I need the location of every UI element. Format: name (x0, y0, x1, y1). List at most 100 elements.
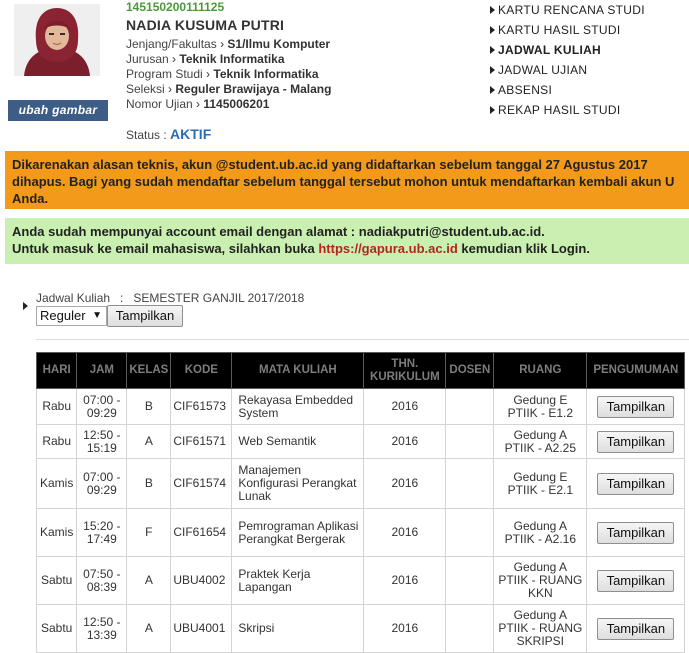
cell-mata-kuliah: Rekayasa Embedded System (231, 388, 365, 425)
table-row: Rabu 12:50 - 15:19 A CIF61571 Web Semant… (35, 424, 686, 459)
cell-hari: Kamis (35, 508, 78, 557)
info-value: 1145006201 (203, 97, 270, 111)
cell-ruang: Gedung A PTIIK - A2.16 (493, 508, 588, 557)
program-select[interactable]: Reguler ▼ (36, 306, 107, 326)
cell-kelas: F (126, 508, 172, 557)
menu-item-label: JADWAL KULIAH (498, 43, 602, 57)
triangle-right-icon (490, 46, 495, 54)
schedule-table: HARI JAM KELAS KODE MATA KULIAH THN. KUR… (35, 352, 686, 653)
cell-pengumuman: Tampilkan (586, 388, 686, 425)
announcement-button[interactable]: Tampilkan (597, 395, 675, 418)
schedule-semester-label: Jadwal Kuliah : SEMESTER GANJIL 2017/201… (36, 291, 305, 305)
table-row: Sabtu 07:50 - 08:39 A UBU4002 Praktek Ke… (35, 556, 686, 605)
status-line: Status : AKTIF (126, 126, 211, 142)
triangle-right-icon (490, 6, 495, 14)
triangle-right-icon (490, 26, 495, 34)
info-jenjang: Jenjang/Fakultas › S1/Ilmu Komputer (126, 37, 330, 52)
student-id: 145150200111125 (126, 0, 225, 14)
table-row: Kamis 07:00 - 09:29 B CIF61574 Manajemen… (35, 458, 686, 509)
cell-jam: 12:50 - 15:19 (76, 424, 128, 459)
cell-pengumuman: Tampilkan (586, 604, 686, 653)
cell-kurikulum: 2016 (363, 556, 447, 605)
show-schedule-button[interactable]: Tampilkan (107, 305, 183, 327)
cell-pengumuman: Tampilkan (586, 508, 686, 557)
announcement-button[interactable]: Tampilkan (597, 569, 675, 592)
triangle-right-icon (23, 302, 28, 310)
notice-line: Anda sudah mempunyai account email denga… (12, 224, 545, 239)
info-seleksi: Seleksi › Reguler Brawijaya - Malang (126, 82, 331, 97)
cell-ruang: Gedung A PTIIK - RUANG KKN (493, 556, 588, 605)
notice-line: dihapus. Bagi yang sudah mendaftar sebel… (12, 174, 675, 189)
profile-photo (14, 4, 100, 76)
menu-item-khs[interactable]: KARTU HASIL STUDI (490, 20, 689, 40)
cell-ruang: Gedung A PTIIK - A2.25 (493, 424, 588, 459)
info-label: Jurusan (126, 52, 169, 66)
chevron-right-icon: › (196, 97, 201, 111)
cell-kelas: A (126, 604, 172, 653)
table-header-row: HARI JAM KELAS KODE MATA KULIAH THN. KUR… (35, 352, 686, 389)
triangle-right-icon (490, 106, 495, 114)
menu-item-jadwal-ujian[interactable]: JADWAL UJIAN (490, 60, 689, 80)
menu-item-jadwal-kuliah[interactable]: JADWAL KULIAH (490, 40, 689, 60)
gapura-link[interactable]: https://gapura.ub.ac.id (318, 241, 457, 256)
column-header: PENGUMUMAN (586, 352, 686, 389)
cell-kurikulum: 2016 (363, 424, 447, 459)
column-header: MATA KULIAH (231, 352, 365, 389)
status-label: Status : (126, 128, 167, 142)
menu-item-label: KARTU RENCANA STUDI (498, 3, 645, 17)
status-badge: AKTIF (170, 126, 212, 142)
cell-hari: Sabtu (35, 604, 78, 653)
cell-dosen (445, 556, 495, 605)
cell-kode: CIF61571 (170, 424, 233, 459)
cell-kurikulum: 2016 (363, 458, 447, 509)
info-label: Nomor Ujian (126, 97, 193, 111)
chevron-right-icon: › (172, 52, 177, 66)
cell-hari: Kamis (35, 458, 78, 509)
cell-mata-kuliah: Pemrograman Aplikasi Perangkat Bergerak (231, 508, 365, 557)
notice-text: kemudian klik Login. (457, 241, 590, 256)
announcement-button[interactable]: Tampilkan (597, 430, 675, 453)
info-nomor-ujian: Nomor Ujian › 1145006201 (126, 97, 269, 112)
side-menu: KARTU RENCANA STUDI KARTU HASIL STUDI JA… (490, 0, 689, 120)
cell-jam: 07:00 - 09:29 (76, 388, 128, 425)
info-value: Teknik Informatika (179, 52, 285, 66)
announcement-button[interactable]: Tampilkan (597, 617, 675, 640)
menu-item-rekap[interactable]: REKAP HASIL STUDI (490, 100, 689, 120)
cell-kelas: A (126, 424, 172, 459)
menu-item-label: KARTU HASIL STUDI (498, 23, 621, 37)
cell-kode: CIF61574 (170, 458, 233, 509)
cell-dosen (445, 388, 495, 425)
cell-jam: 12:50 - 13:39 (76, 604, 128, 653)
cell-mata-kuliah: Web Semantik (231, 424, 365, 459)
table-row: Rabu 07:00 - 09:29 B CIF61573 Rekayasa E… (35, 388, 686, 425)
cell-jam: 07:00 - 09:29 (76, 458, 128, 509)
cell-hari: Sabtu (35, 556, 78, 605)
column-header: RUANG (493, 352, 588, 389)
cell-kelas: A (126, 556, 172, 605)
cell-jam: 15:20 - 17:49 (76, 508, 128, 557)
menu-item-label: REKAP HASIL STUDI (498, 103, 621, 117)
change-photo-button[interactable]: ubah gambar (8, 100, 108, 121)
cell-pengumuman: Tampilkan (586, 458, 686, 509)
info-value: S1/Ilmu Komputer (227, 37, 331, 51)
announcement-button[interactable]: Tampilkan (597, 521, 675, 544)
column-header: KELAS (126, 352, 172, 389)
cell-mata-kuliah: Praktek Kerja Lapangan (231, 556, 365, 605)
cell-dosen (445, 604, 495, 653)
notice-line: Anda. (12, 191, 49, 206)
announcement-button[interactable]: Tampilkan (597, 472, 675, 495)
column-header: HARI (35, 352, 78, 389)
divider (36, 339, 689, 340)
chevron-right-icon: › (206, 67, 211, 81)
cell-kurikulum: 2016 (363, 388, 447, 425)
notice-text: Untuk masuk ke email mahasiswa, silahkan… (12, 241, 319, 256)
cell-kelas: B (126, 388, 172, 425)
menu-item-krs[interactable]: KARTU RENCANA STUDI (490, 0, 689, 20)
menu-item-absensi[interactable]: ABSENSI (490, 80, 689, 100)
cell-kode: UBU4002 (170, 556, 233, 605)
cell-dosen (445, 458, 495, 509)
triangle-right-icon (490, 66, 495, 74)
info-value: Teknik Informatika (213, 67, 319, 81)
cell-ruang: Gedung E PTIIK - E1.2 (493, 388, 588, 425)
cell-dosen (445, 424, 495, 459)
